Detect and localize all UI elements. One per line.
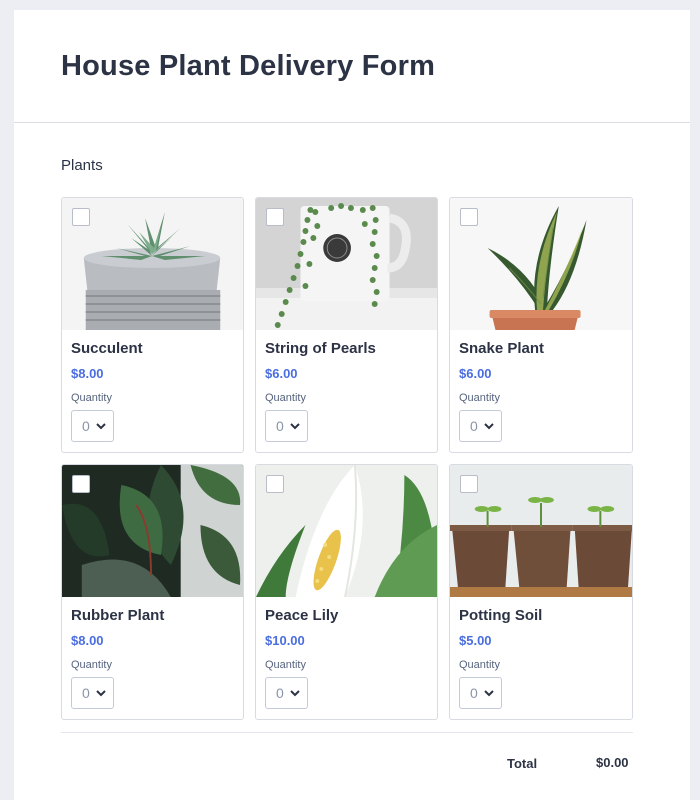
product-checkbox-rubber-plant[interactable] bbox=[72, 475, 90, 493]
total-label: Total bbox=[507, 756, 538, 771]
product-card-snake-plant[interactable]: Snake Plant $6.00 Quantity 0 bbox=[449, 197, 633, 453]
form-header: House Plant Delivery Form bbox=[14, 10, 690, 123]
product-price: $8.00 bbox=[71, 366, 104, 381]
product-checkbox-string-of-pearls[interactable] bbox=[266, 208, 284, 226]
quantity-label: Quantity bbox=[265, 392, 306, 404]
quantity-label: Quantity bbox=[459, 659, 500, 671]
quantity-value: 0 bbox=[470, 685, 478, 701]
product-price: $6.00 bbox=[265, 366, 298, 381]
product-name: String of Pearls bbox=[265, 340, 376, 357]
product-price: $10.00 bbox=[265, 633, 305, 648]
product-card-rubber-plant[interactable]: Rubber Plant $8.00 Quantity 0 bbox=[61, 464, 244, 720]
quantity-select[interactable]: 0 bbox=[459, 677, 502, 709]
product-grid: Succulent $8.00 Quantity 0 String of Pea… bbox=[61, 197, 633, 720]
product-checkbox-potting-soil[interactable] bbox=[460, 475, 478, 493]
quantity-select[interactable]: 0 bbox=[265, 410, 308, 442]
total-value: $0.00 bbox=[596, 755, 629, 770]
product-name: Succulent bbox=[71, 340, 143, 357]
chevron-down-icon bbox=[96, 422, 106, 429]
product-price: $8.00 bbox=[71, 633, 104, 648]
product-name: Peace Lily bbox=[265, 607, 339, 624]
product-name: Potting Soil bbox=[459, 607, 543, 624]
plants-section-label: Plants bbox=[61, 157, 103, 174]
quantity-value: 0 bbox=[276, 685, 284, 701]
product-price: $6.00 bbox=[459, 366, 492, 381]
product-name: Rubber Plant bbox=[71, 607, 165, 624]
chevron-down-icon bbox=[484, 422, 494, 429]
quantity-select[interactable]: 0 bbox=[265, 677, 308, 709]
form-card: House Plant Delivery Form Plants Succule… bbox=[14, 10, 690, 800]
product-price: $5.00 bbox=[459, 633, 492, 648]
quantity-label: Quantity bbox=[71, 392, 112, 404]
form-title: House Plant Delivery Form bbox=[61, 50, 436, 82]
chevron-down-icon bbox=[290, 422, 300, 429]
product-card-string-of-pearls[interactable]: String of Pearls $6.00 Quantity 0 bbox=[255, 197, 438, 453]
quantity-value: 0 bbox=[82, 418, 90, 434]
quantity-select[interactable]: 0 bbox=[459, 410, 502, 442]
product-name: Snake Plant bbox=[459, 340, 545, 357]
chevron-down-icon bbox=[290, 689, 300, 696]
product-card-succulent[interactable]: Succulent $8.00 Quantity 0 bbox=[61, 197, 244, 453]
quantity-select[interactable]: 0 bbox=[71, 410, 114, 442]
product-checkbox-snake-plant[interactable] bbox=[460, 208, 478, 226]
product-checkbox-peace-lily[interactable] bbox=[266, 475, 284, 493]
product-checkbox-succulent[interactable] bbox=[72, 208, 90, 226]
quantity-value: 0 bbox=[470, 418, 478, 434]
quantity-value: 0 bbox=[82, 685, 90, 701]
product-card-potting-soil[interactable]: Potting Soil $5.00 Quantity 0 bbox=[449, 464, 633, 720]
quantity-label: Quantity bbox=[71, 659, 112, 671]
quantity-label: Quantity bbox=[459, 392, 500, 404]
chevron-down-icon bbox=[96, 689, 106, 696]
total-divider bbox=[61, 732, 633, 733]
chevron-down-icon bbox=[484, 689, 494, 696]
quantity-select[interactable]: 0 bbox=[71, 677, 114, 709]
product-card-peace-lily[interactable]: Peace Lily $10.00 Quantity 0 bbox=[255, 464, 438, 720]
quantity-value: 0 bbox=[276, 418, 284, 434]
quantity-label: Quantity bbox=[265, 659, 306, 671]
